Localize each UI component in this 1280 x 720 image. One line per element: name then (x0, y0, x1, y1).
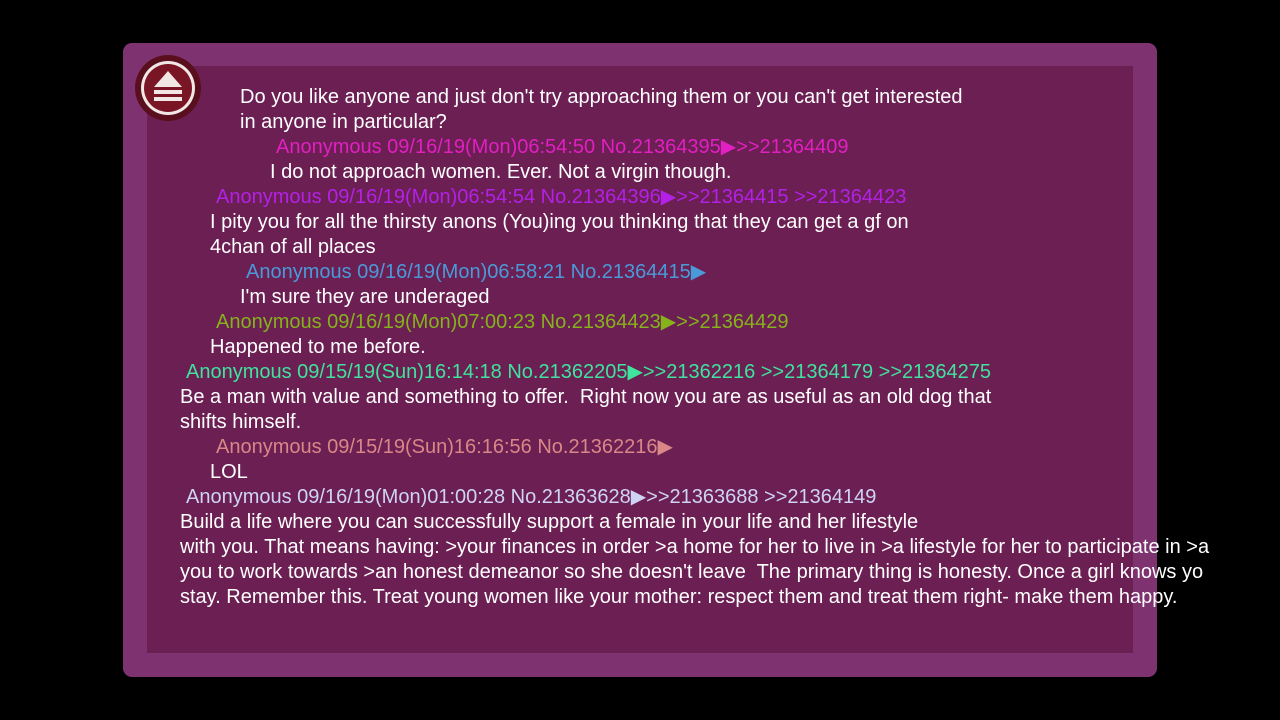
post-header: Anonymous 09/15/19(Sun)16:16:56 No.21362… (0, 435, 1280, 460)
post-header: Anonymous 09/16/19(Mon)06:54:50 No.21364… (0, 135, 1280, 160)
reply-arrow-icon[interactable]: ▶ (627, 360, 642, 385)
reply-links[interactable]: >>21362216 >>21364179 >>21364275 (643, 361, 991, 383)
post-header-text: Anonymous 09/15/19(Sun)16:14:18 No.21362… (186, 361, 628, 383)
post-body-line: I do not approach women. Ever. Not a vir… (270, 161, 732, 183)
thread-text: Do you like anyone and just don't try ap… (0, 85, 1280, 610)
post-header-text: Anonymous 09/15/19(Sun)16:16:56 No.21362… (216, 436, 658, 458)
reply-arrow-icon[interactable]: ▶ (661, 185, 676, 210)
post-body-line: shifts himself. (180, 411, 302, 433)
reply-arrow-icon[interactable]: ▶ (721, 135, 736, 160)
reply-arrow-icon[interactable]: ▶ (657, 435, 672, 460)
post-body-line: stay. Remember this. Treat young women l… (180, 586, 1178, 608)
post-header-text: Anonymous 09/16/19(Mon)07:00:23 No.21364… (216, 311, 661, 333)
post-header-text: Anonymous 09/16/19(Mon)06:54:50 No.21364… (276, 136, 721, 158)
post-body-line: Be a man with value and something to off… (180, 386, 992, 408)
post-body-line: you to work towards >an honest demeanor … (180, 561, 1204, 583)
post-header: Anonymous 09/16/19(Mon)06:54:54 No.21364… (0, 185, 1280, 210)
post-body-line: Do you like anyone and just don't try ap… (240, 86, 963, 108)
post-body-line: in anyone in particular? (240, 111, 447, 133)
reply-arrow-icon[interactable]: ▶ (691, 260, 706, 285)
reply-links[interactable]: >>21364409 (736, 136, 848, 158)
post-header: Anonymous 09/16/19(Mon)06:58:21 No.21364… (0, 260, 1280, 285)
reply-links[interactable]: >>21364415 >>21364423 (676, 186, 906, 208)
post-body-line: Build a life where you can successfully … (180, 511, 919, 533)
post-header-text: Anonymous 09/16/19(Mon)01:00:28 No.21363… (186, 486, 631, 508)
post-body-line: Happened to me before. (210, 336, 426, 358)
reply-links[interactable]: >>21364429 (676, 311, 788, 333)
post-header-text: Anonymous 09/16/19(Mon)06:54:54 No.21364… (216, 186, 661, 208)
post-header: Anonymous 09/16/19(Mon)07:00:23 No.21364… (0, 310, 1280, 335)
game-screen: Do you like anyone and just don't try ap… (0, 0, 1280, 720)
post-header: Anonymous 09/15/19(Sun)16:14:18 No.21362… (0, 360, 1280, 385)
post-body-line: I pity you for all the thirsty anons (Yo… (210, 211, 909, 233)
post-body-line: 4chan of all places (210, 236, 376, 258)
post-header: Anonymous 09/16/19(Mon)01:00:28 No.21363… (0, 485, 1280, 510)
post-body-line: LOL (210, 461, 248, 483)
post-body-line: with you. That means having: >your finan… (180, 536, 1210, 558)
reply-arrow-icon[interactable]: ▶ (631, 485, 646, 510)
reply-links[interactable]: >>21363688 >>21364149 (646, 486, 876, 508)
post-body-line: I'm sure they are underaged (240, 286, 490, 308)
reply-arrow-icon[interactable]: ▶ (661, 310, 676, 335)
post-header-text: Anonymous 09/16/19(Mon)06:58:21 No.21364… (246, 261, 691, 283)
